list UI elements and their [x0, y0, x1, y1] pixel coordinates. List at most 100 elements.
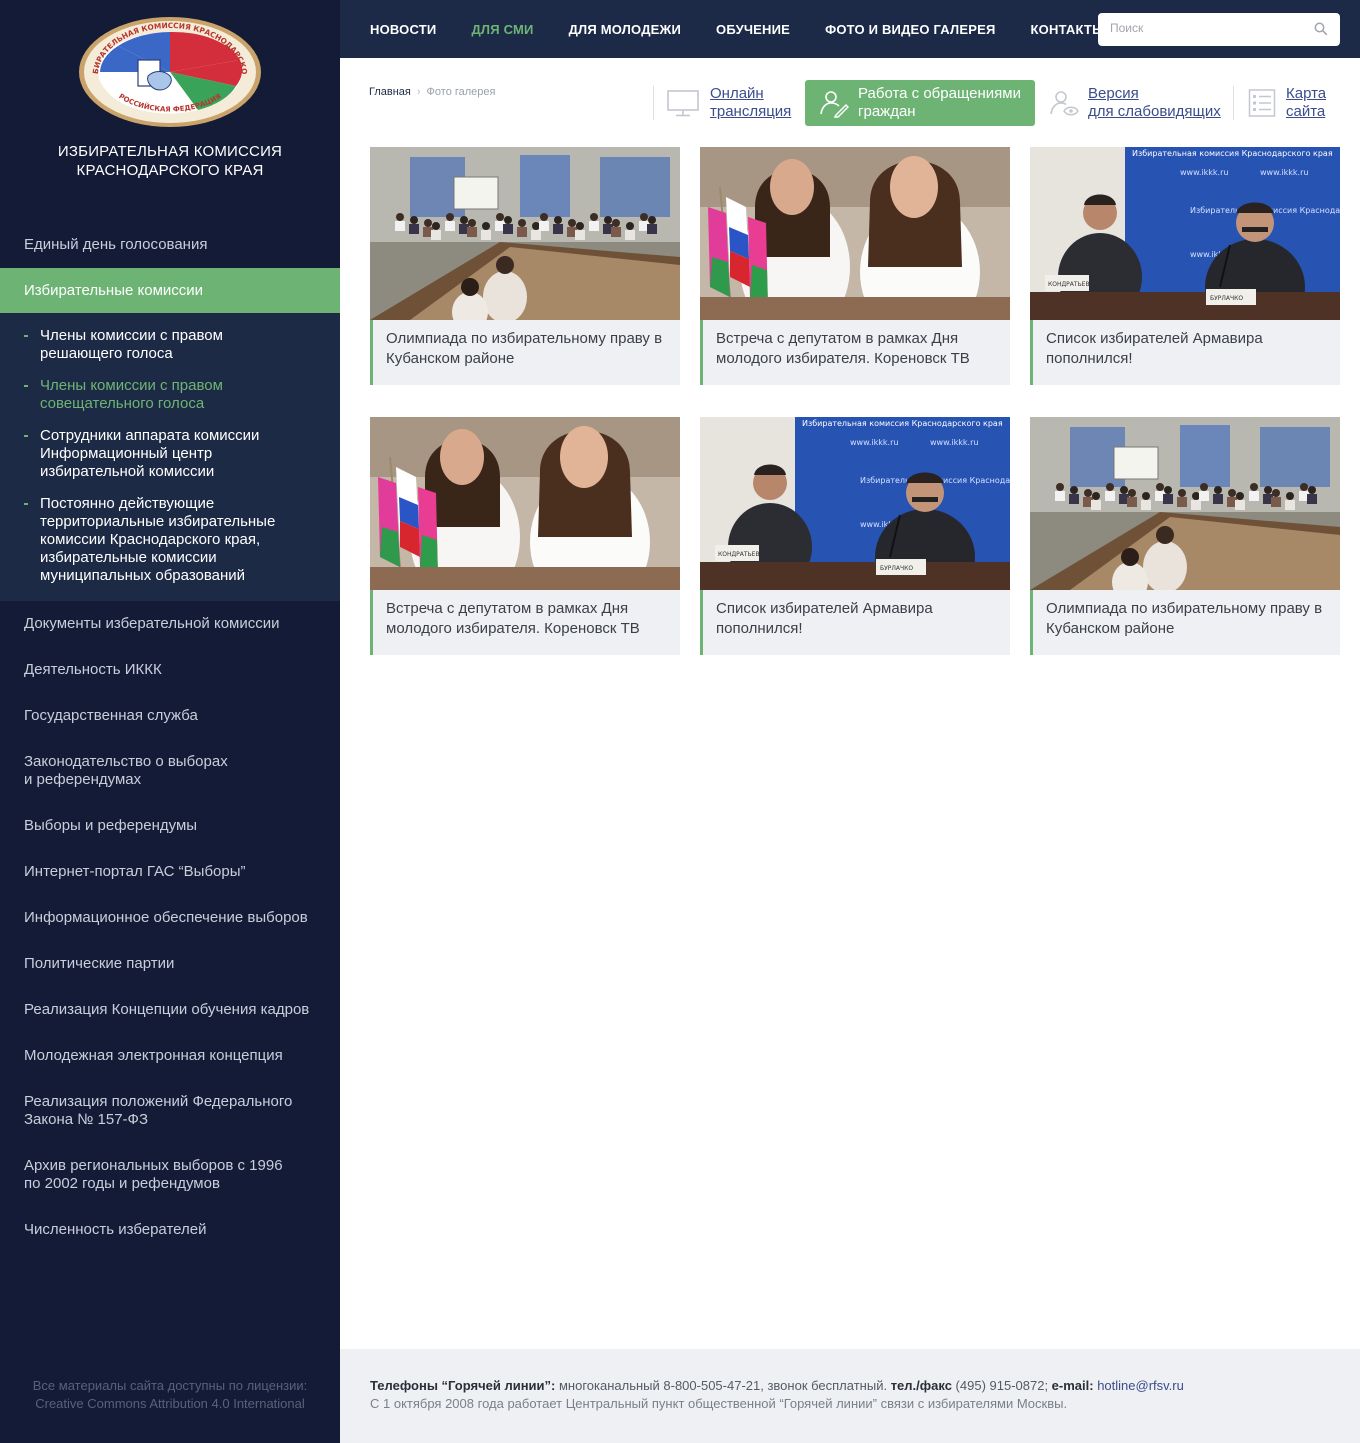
- sidebar-item-label: Молодежная электронная концепция: [24, 1047, 283, 1064]
- submenu-item-label: комиссии Краснодарского края,: [40, 531, 261, 548]
- submenu-item-label: муниципальных образований: [40, 567, 246, 584]
- nav-item[interactable]: ФОТО И ВИДЕО ГАЛЕРЕЯ: [825, 22, 995, 37]
- sitemap-link[interactable]: Карта сайта: [1248, 80, 1326, 126]
- breadcrumb-separator: ›: [416, 86, 421, 98]
- sidebar-item-label: и референдумах: [24, 771, 142, 788]
- sidebar-item[interactable]: Молодежная электронная концепция: [0, 1033, 340, 1079]
- gallery-photo[interactable]: [370, 417, 680, 590]
- users-edit-icon: [820, 91, 849, 118]
- sidebar-item-label: Деятельность ИККК: [24, 661, 162, 678]
- sidebar-menu: Единый день голосования Избирательные ко…: [0, 222, 340, 1253]
- sidebar-item-label: Политические партии: [24, 955, 175, 972]
- gallery-photo[interactable]: [1030, 417, 1340, 590]
- submenu-item-label: избирательной комиссии: [40, 463, 215, 480]
- commission-logo[interactable]: ИЗБИРАТЕЛЬНАЯ КОМИССИЯ КРАСНОДАРСКОГО РО…: [78, 16, 262, 128]
- gallery-card[interactable]: Олимпиада по избирательному праву в Куба…: [1030, 417, 1340, 655]
- sidebar-item-commissions[interactable]: Избирательные комиссии: [0, 268, 340, 313]
- submenu-item[interactable]: Постоянно действующие территориальные изб…: [0, 495, 340, 585]
- gallery-photo[interactable]: [700, 147, 1010, 320]
- sidebar-item-label: Интернет-портал ГАС “Выборы”: [24, 863, 246, 880]
- submenu-item[interactable]: Члены комиссии с правом совещательного го…: [0, 377, 340, 413]
- sidebar-item-label: Реализация Концепции обучения кадров: [24, 1001, 310, 1018]
- gallery-caption-box: Список избирателей Армавира пополнился!: [1030, 320, 1340, 385]
- low-vision-version-link[interactable]: Версия для слабовидящих: [1049, 80, 1221, 126]
- sidebar-item-label: по 2002 годы и рефендумов: [24, 1175, 220, 1192]
- gallery-caption[interactable]: Встреча с депутатом в рамках Дня молодог…: [716, 329, 998, 369]
- gallery-photo[interactable]: [370, 147, 680, 320]
- search-box[interactable]: [1098, 13, 1340, 46]
- submenu-item[interactable]: Сотрудники аппарата комиссии Информационн…: [0, 427, 340, 481]
- svg-text:БУРЛАЧКО: БУРЛАЧКО: [1210, 295, 1243, 302]
- bullet-icon: [24, 435, 28, 437]
- tool-divider: [1233, 86, 1234, 120]
- sidebar-item[interactable]: Государственная служба: [0, 693, 340, 739]
- tool-divider: [653, 86, 654, 120]
- gallery-caption-box: Список избирателей Армавира пополнился!: [700, 590, 1010, 655]
- hotline-email-link[interactable]: hotline@rfsv.ru: [1097, 1378, 1184, 1393]
- sidebar-item[interactable]: Выборы и референдумы: [0, 803, 340, 849]
- nav-item[interactable]: ДЛЯ МОЛОДЕЖИ: [569, 22, 681, 37]
- sidebar: ИЗБИРАТЕЛЬНАЯ КОМИССИЯ КРАСНОДАРСКОГО РО…: [0, 0, 340, 1443]
- gallery-caption[interactable]: Список избирателей Армавира пополнился!: [1046, 329, 1328, 369]
- hotline-info: Телефоны “Горячей линии”: многоканальный…: [370, 1378, 1184, 1393]
- sidebar-item[interactable]: Информационное обеспечение выборов: [0, 895, 340, 941]
- gallery-caption[interactable]: Встреча с депутатом в рамках Дня молодог…: [386, 599, 668, 639]
- gallery-caption[interactable]: Олимпиада по избирательному праву в Куба…: [1046, 599, 1328, 639]
- svg-text:КОНДРАТЬЕВ: КОНДРАТЬЕВ: [1048, 281, 1090, 288]
- sidebar-item[interactable]: Численность изберателей: [0, 1207, 340, 1253]
- svg-text:www.ikkk.ru: www.ikkk.ru: [850, 438, 898, 447]
- breadcrumb-home[interactable]: Главная: [369, 86, 411, 98]
- sidebar-item-election-day[interactable]: Единый день голосования: [0, 222, 340, 268]
- sidebar-item-label: Закона № 157-ФЗ: [24, 1111, 149, 1128]
- gallery-card[interactable]: Встреча с депутатом в рамках Дня молодог…: [700, 147, 1010, 385]
- sidebar-item[interactable]: Деятельность ИККК: [0, 647, 340, 693]
- gallery-card[interactable]: Олимпиада по избирательному праву в Куба…: [370, 147, 680, 385]
- list-icon: [1248, 89, 1276, 117]
- online-broadcast-link[interactable]: Онлайн трансляция: [666, 80, 791, 126]
- sidebar-item[interactable]: Документы изберательной комиссии: [0, 601, 340, 647]
- gallery-caption-box: Встреча с депутатом в рамках Дня молодог…: [370, 590, 680, 655]
- sidebar-item-label: Выборы и референдумы: [24, 817, 198, 834]
- gallery-card[interactable]: Встреча с депутатом в рамках Дня молодог…: [370, 417, 680, 655]
- breadcrumb: Главная › Фото галерея: [369, 86, 496, 98]
- gallery-caption[interactable]: Олимпиада по избирательному праву в Куба…: [386, 329, 668, 369]
- gallery-caption-box: Олимпиада по избирательному праву в Куба…: [370, 320, 680, 385]
- submenu-item-label: Члены комиссии с правом: [40, 377, 223, 394]
- sidebar-item[interactable]: Политические партии: [0, 941, 340, 987]
- citizen-appeals-button[interactable]: Работа с обращениями граждан: [805, 80, 1035, 126]
- svg-text:www.ikkk.ru: www.ikkk.ru: [1260, 168, 1308, 177]
- gallery-caption[interactable]: Список избирателей Армавира пополнился!: [716, 599, 998, 639]
- submenu-item-label: избирательные комиссии: [40, 549, 217, 566]
- nav-item[interactable]: КОНТАКТЫ: [1031, 22, 1105, 37]
- main-nav: НОВОСТИ ДЛЯ СМИ ДЛЯ МОЛОДЕЖИ ОБУЧЕНИЕ ФОТО И…: [370, 0, 1140, 58]
- submenu-item[interactable]: Члены комиссии с правом решающего голоса: [0, 327, 340, 363]
- gallery-photo[interactable]: Избирательная комиссия Краснодарского кр…: [700, 417, 1010, 590]
- sidebar-item[interactable]: Интернет-портал ГАС “Выборы”: [0, 849, 340, 895]
- user-eye-icon: [1050, 91, 1079, 116]
- submenu-item-label: Информационный центр: [40, 445, 213, 462]
- sidebar-item[interactable]: Архив региональных выборов с 1996 по 2002…: [0, 1143, 340, 1207]
- license-notice: Все материалы сайта доступны по лицензии…: [32, 1378, 308, 1411]
- nav-item[interactable]: ДЛЯ СМИ: [471, 22, 533, 37]
- sidebar-item[interactable]: Реализация Концепции обучения кадров: [0, 987, 340, 1033]
- gallery-card[interactable]: Избирательная комиссия Краснодарского кр…: [1030, 147, 1340, 385]
- sidebar-item[interactable]: Реализация положений Федерального Закона …: [0, 1079, 340, 1143]
- svg-text:Избирательная комиссия Краснод: Избирательная комиссия Краснодарского кр…: [802, 419, 1003, 428]
- hotline-note: С 1 октября 2008 года работает Центральн…: [370, 1396, 1068, 1411]
- gallery-card[interactable]: Избирательная комиссия Краснодарского кр…: [700, 417, 1010, 655]
- submenu-item-label: Постоянно действующие: [40, 495, 215, 512]
- monitor-icon: [667, 90, 699, 117]
- nav-item[interactable]: НОВОСТИ: [370, 22, 436, 37]
- sidebar-item[interactable]: Законодательство о выборах и референдумах: [0, 739, 340, 803]
- sidebar-item-label: Реализация положений Федерального: [24, 1093, 293, 1110]
- svg-text:БУРЛАЧКО: БУРЛАЧКО: [880, 565, 913, 572]
- nav-item[interactable]: ОБУЧЕНИЕ: [716, 22, 790, 37]
- svg-text:КОНДРАТЬЕВ: КОНДРАТЬЕВ: [718, 551, 760, 558]
- breadcrumb-current: Фото галерея: [426, 86, 496, 98]
- search-input[interactable]: [1110, 21, 1310, 35]
- search-icon[interactable]: [1314, 22, 1328, 36]
- sidebar-item-label: Государственная служба: [24, 707, 198, 724]
- organization-name: ИЗБИРАТЕЛЬНАЯ КОМИССИЯ КРАСНОДАРСКОГО КР…: [57, 143, 283, 179]
- sidebar-item-label: Численность изберателей: [24, 1221, 207, 1238]
- gallery-photo[interactable]: Избирательная комиссия Краснодарского кр…: [1030, 147, 1340, 320]
